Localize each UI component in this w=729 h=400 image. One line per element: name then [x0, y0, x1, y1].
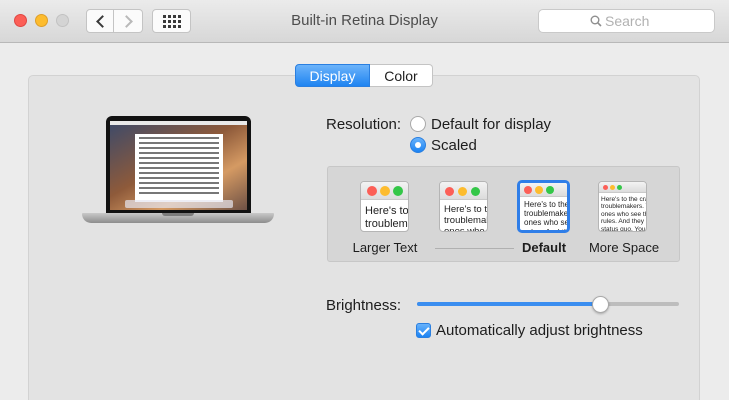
scale-option-default[interactable]: Here's to the cr troublemakers. ones who…: [517, 180, 570, 233]
brightness-slider-knob[interactable]: [591, 296, 609, 313]
laptop-image: [82, 116, 274, 234]
title-bar: Built-in Retina Display: [0, 0, 729, 43]
scaled-radio[interactable]: [410, 137, 426, 153]
search-field[interactable]: [538, 9, 715, 33]
forward-button[interactable]: [114, 9, 143, 33]
back-button[interactable]: [86, 9, 114, 33]
preview-text: Here's to th troublemakers ones who see: [444, 204, 487, 232]
close-window-button[interactable]: [14, 14, 27, 27]
auto-brightness-label[interactable]: Automatically adjust brightness: [436, 322, 643, 339]
grid-icon: [162, 14, 181, 28]
chevron-left-icon: [95, 14, 109, 28]
default-label: Default: [521, 240, 567, 255]
dock: [125, 200, 233, 208]
preview-text: Here's to troublem: [365, 205, 409, 230]
default-for-display-label[interactable]: Default for display: [431, 116, 551, 133]
search-input[interactable]: [605, 12, 705, 30]
scale-divider: [435, 248, 514, 249]
search-icon: [590, 15, 602, 27]
default-for-display-radio[interactable]: [410, 116, 426, 132]
show-all-button[interactable]: [152, 9, 191, 33]
auto-brightness-checkbox[interactable]: [416, 323, 431, 338]
minimize-window-button[interactable]: [35, 14, 48, 27]
more-space-label: More Space: [588, 240, 660, 255]
brightness-slider-fill: [417, 302, 601, 306]
laptop-screen: [110, 121, 247, 210]
tab-display[interactable]: Display: [295, 64, 370, 87]
larger-text-label: Larger Text: [352, 240, 418, 255]
preview-text: Here's to the cr troublemakers. ones who…: [524, 200, 570, 233]
brightness-label: Brightness:: [326, 297, 402, 314]
scale-option-2[interactable]: Here's to th troublemakers ones who see: [439, 181, 488, 232]
chevron-right-icon: [119, 14, 133, 28]
resolution-label: Resolution:: [326, 116, 402, 133]
brightness-slider[interactable]: [417, 302, 679, 306]
scale-option-larger-text[interactable]: Here's to troublem: [360, 181, 409, 232]
zoom-window-button: [56, 14, 69, 27]
scale-option-more-space[interactable]: Here's to the crazy troublemakers. The o…: [598, 181, 647, 232]
tab-color[interactable]: Color: [370, 64, 433, 87]
preview-text: Here's to the crazy troublemakers. The o…: [601, 196, 646, 232]
scaled-label[interactable]: Scaled: [431, 137, 477, 154]
laptop-lid: [106, 116, 251, 214]
